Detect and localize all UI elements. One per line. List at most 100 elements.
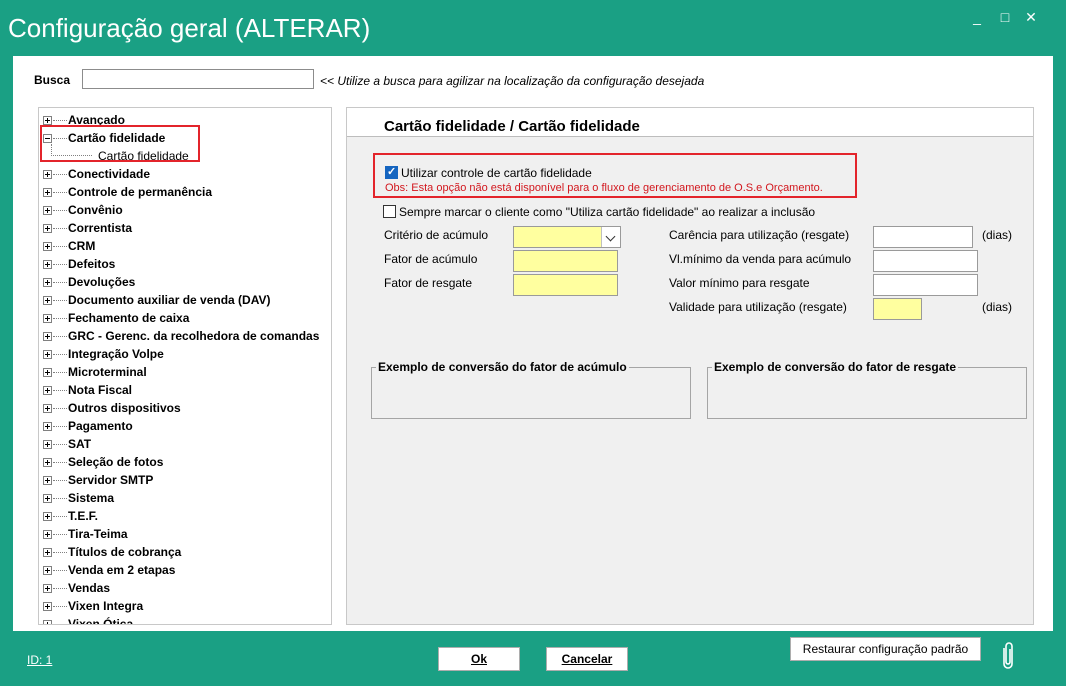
expand-icon[interactable] <box>43 584 52 593</box>
expand-icon[interactable] <box>43 566 52 575</box>
fator-acumulo-input[interactable] <box>513 250 618 272</box>
expand-icon[interactable] <box>43 206 52 215</box>
tree-item[interactable]: T.E.F. <box>43 508 323 526</box>
tree-item-label[interactable]: Outros dispositivos <box>68 401 181 415</box>
tree-item-label[interactable]: Microterminal <box>68 365 147 379</box>
expand-icon[interactable] <box>43 332 52 341</box>
tree-item[interactable]: Outros dispositivos <box>43 400 323 418</box>
tree-item-label[interactable]: Fechamento de caixa <box>68 311 189 325</box>
expand-icon[interactable] <box>43 620 52 624</box>
config-tree[interactable]: Avançado Cartão fidelidade Cartão fidelida… <box>38 107 332 625</box>
expand-icon[interactable] <box>43 170 52 179</box>
expand-icon[interactable] <box>43 530 52 539</box>
search-input[interactable] <box>82 69 314 89</box>
expand-icon[interactable] <box>43 350 52 359</box>
tree-item[interactable]: Nota Fiscal <box>43 382 323 400</box>
tree-item[interactable]: Integração Volpe <box>43 346 323 364</box>
use-card-control-checkbox[interactable] <box>385 165 398 179</box>
tree-item-label[interactable]: Correntista <box>68 221 132 235</box>
paperclip-icon[interactable] <box>998 640 1018 670</box>
tree-item-label[interactable]: Convênio <box>68 203 123 217</box>
always-mark-label[interactable]: Sempre marcar o cliente como "Utiliza ca… <box>399 205 815 219</box>
tree-item[interactable]: Seleção de fotos <box>43 454 323 472</box>
tree-item-label[interactable]: Seleção de fotos <box>68 455 163 469</box>
vl-minimo-venda-input[interactable] <box>873 250 978 272</box>
tree-item[interactable]: Documento auxiliar de venda (DAV) <box>43 292 323 310</box>
chevron-down-icon[interactable] <box>601 227 620 247</box>
restore-default-button[interactable]: Restaurar configuração padrão <box>790 637 981 661</box>
tree-item-label[interactable]: Pagamento <box>68 419 133 433</box>
tree-item-label[interactable]: CRM <box>68 239 95 253</box>
carencia-input[interactable] <box>873 226 973 248</box>
tree-item-label[interactable]: Vixen Integra <box>68 599 143 613</box>
tree-item[interactable]: Defeitos <box>43 256 323 274</box>
expand-icon[interactable] <box>43 404 52 413</box>
tree-item[interactable]: Vixen Integra <box>43 598 323 616</box>
tree-item-label[interactable]: Defeitos <box>68 257 115 271</box>
expand-icon[interactable] <box>43 260 52 269</box>
use-card-control-label[interactable]: Utilizar controle de cartão fidelidade <box>401 166 592 180</box>
tree-item-label[interactable]: Vixen Ótica <box>68 617 133 624</box>
expand-icon[interactable] <box>43 422 52 431</box>
always-mark-checkbox[interactable] <box>383 205 396 218</box>
expand-icon[interactable] <box>43 494 52 503</box>
expand-icon[interactable] <box>43 116 52 125</box>
expand-icon[interactable] <box>43 224 52 233</box>
tree-item[interactable]: Convênio <box>43 202 323 220</box>
tree-item-label[interactable]: Títulos de cobrança <box>68 545 181 559</box>
id-link[interactable]: ID: 1 <box>27 653 52 667</box>
tree-item[interactable]: Devoluções <box>43 274 323 292</box>
tree-item[interactable]: Controle de permanência <box>43 184 323 202</box>
tree-item[interactable]: Vixen Ótica <box>43 616 323 624</box>
tree-item[interactable]: SAT <box>43 436 323 454</box>
expand-icon[interactable] <box>43 278 52 287</box>
expand-icon[interactable] <box>43 476 52 485</box>
tree-item-label[interactable]: Nota Fiscal <box>68 383 132 397</box>
tree-item-label[interactable]: Controle de permanência <box>68 185 212 199</box>
tree-item[interactable]: Títulos de cobrança <box>43 544 323 562</box>
expand-icon[interactable] <box>43 440 52 449</box>
tree-item[interactable]: Fechamento de caixa <box>43 310 323 328</box>
tree-item-label[interactable]: SAT <box>68 437 91 451</box>
tree-item[interactable]: Vendas <box>43 580 323 598</box>
tree-item[interactable]: Servidor SMTP <box>43 472 323 490</box>
tree-item-label[interactable]: T.E.F. <box>68 509 98 523</box>
expand-icon[interactable] <box>43 242 52 251</box>
tree-item[interactable]: CRM <box>43 238 323 256</box>
tree-item-label[interactable]: Sistema <box>68 491 114 505</box>
tree-item-label[interactable]: Integração Volpe <box>68 347 164 361</box>
tree-item[interactable]: Sistema <box>43 490 323 508</box>
tree-item[interactable]: GRC - Gerenc. da recolhedora de comandas <box>43 328 323 346</box>
tree-item-label[interactable]: Tira-Teima <box>68 527 128 541</box>
tree-item[interactable]: Tira-Teima <box>43 526 323 544</box>
tree-item-label[interactable]: Vendas <box>68 581 110 595</box>
tree-item[interactable]: Conectividade <box>43 166 323 184</box>
tree-item-label[interactable]: GRC - Gerenc. da recolhedora de comandas <box>68 329 319 343</box>
valor-minimo-resgate-input[interactable] <box>873 274 978 296</box>
expand-icon[interactable] <box>43 314 52 323</box>
ok-button[interactable]: Ok <box>438 647 520 671</box>
expand-icon[interactable] <box>43 188 52 197</box>
expand-icon[interactable] <box>43 512 52 521</box>
tree-item[interactable]: Venda em 2 etapas <box>43 562 323 580</box>
tree-item-label[interactable]: Documento auxiliar de venda (DAV) <box>68 293 270 307</box>
tree-item[interactable]: Pagamento <box>43 418 323 436</box>
tree-item[interactable]: Correntista <box>43 220 323 238</box>
cancel-button[interactable]: Cancelar <box>546 647 628 671</box>
tree-item-label[interactable]: Servidor SMTP <box>68 473 153 487</box>
criterio-select[interactable] <box>513 226 621 248</box>
maximize-button[interactable]: □ <box>994 8 1016 28</box>
expand-icon[interactable] <box>43 458 52 467</box>
expand-icon[interactable] <box>43 296 52 305</box>
tree-item-label[interactable]: Devoluções <box>68 275 135 289</box>
expand-icon[interactable] <box>43 602 52 611</box>
validade-input[interactable] <box>873 298 922 320</box>
tree-item-label[interactable]: Venda em 2 etapas <box>68 563 175 577</box>
tree-item[interactable]: Microterminal <box>43 364 323 382</box>
expand-icon[interactable] <box>43 548 52 557</box>
minimize-button[interactable]: _ <box>966 8 988 28</box>
expand-icon[interactable] <box>43 386 52 395</box>
close-button[interactable]: ✕ <box>1020 8 1042 28</box>
fator-resgate-input[interactable] <box>513 274 618 296</box>
tree-item-label[interactable]: Conectividade <box>68 167 150 181</box>
